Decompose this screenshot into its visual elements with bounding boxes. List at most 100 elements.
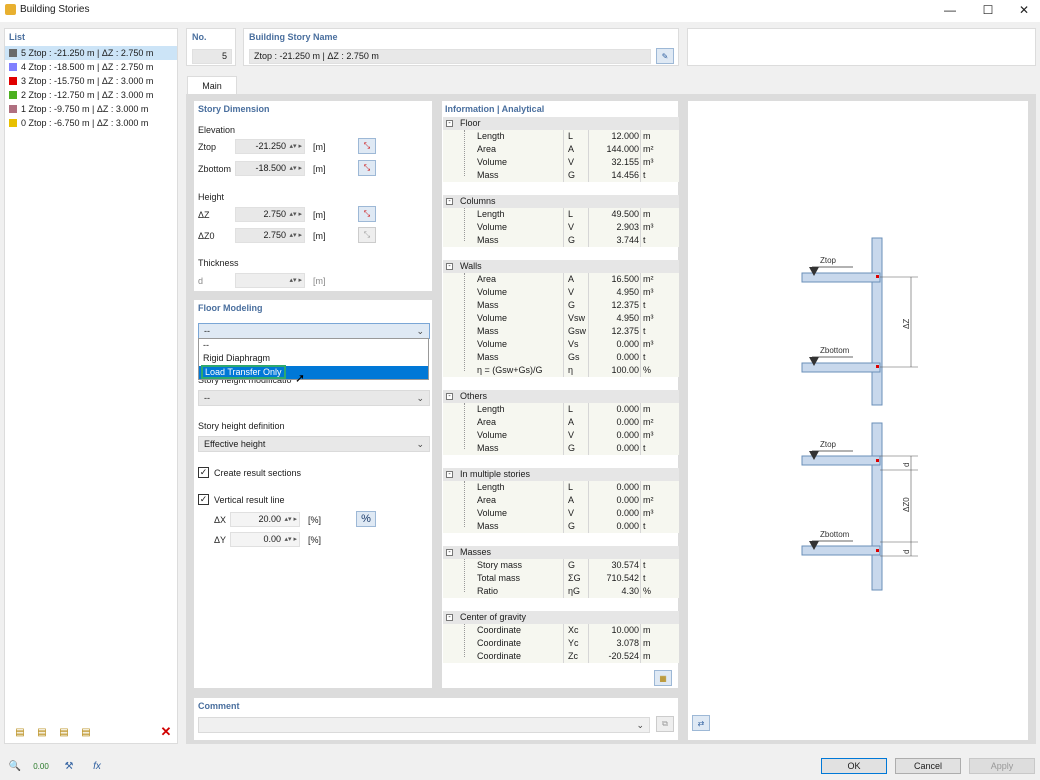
info-symbol: G (568, 170, 576, 180)
info-name: Mass (477, 170, 499, 180)
zbottom-input[interactable]: -18.500 ▴▾ ▸ (235, 161, 305, 176)
copy-story-icon[interactable]: ▤ (33, 723, 51, 741)
info-group-header[interactable]: - Center of gravity (443, 611, 679, 624)
tab-main[interactable]: Main (187, 76, 237, 95)
info-name: Coordinate (477, 651, 522, 661)
collapse-icon[interactable]: - (446, 263, 453, 270)
info-symbol: A (568, 417, 575, 427)
dx-input[interactable]: 20.00 ▴▾ ▸ (230, 512, 300, 527)
story-list-item[interactable]: 5 Ztop : -21.250 m | ΔZ : 2.750 m (5, 46, 177, 60)
collapse-icon[interactable]: - (446, 393, 453, 400)
cell-divider (640, 416, 641, 429)
info-symbol: Vs (568, 339, 579, 349)
cell-divider (640, 520, 641, 533)
info-group-header[interactable]: - Walls (443, 260, 679, 273)
pick-ztop-icon[interactable]: ⤡ (358, 138, 376, 154)
info-value: 14.456 (611, 170, 639, 180)
minimize-button[interactable]: — (932, 0, 968, 20)
cell-divider (588, 429, 589, 442)
info-name: Volume (477, 508, 508, 518)
dz-pick-icon[interactable]: ⤡ (358, 206, 376, 222)
info-group-header[interactable]: - In multiple stories (443, 468, 679, 481)
ok-button[interactable]: OK (821, 758, 887, 774)
cell-divider (588, 637, 589, 650)
info-value: 0.000 (616, 339, 639, 349)
collapse-icon[interactable]: - (446, 120, 453, 127)
units-icon[interactable]: 0.00 (32, 757, 50, 775)
name-field[interactable]: Ztop : -21.250 m | ΔZ : 2.750 m (249, 49, 651, 64)
collapse-icon[interactable]: - (446, 614, 453, 621)
comment-input[interactable]: ⌄ (198, 717, 650, 733)
story-height-def-select[interactable]: Effective height ⌄ (198, 436, 430, 452)
cancel-button[interactable]: Cancel (895, 758, 961, 774)
info-name: Mass (477, 443, 499, 453)
dropdown-option[interactable]: -- (203, 340, 209, 350)
cell-divider (563, 312, 564, 325)
info-row: Mass G 14.456 t (443, 169, 679, 182)
apply-button[interactable]: Apply (969, 758, 1035, 774)
info-row: Length L 12.000 m (443, 130, 679, 143)
info-value: 4.950 (616, 313, 639, 323)
dz0-pick-icon[interactable]: ⤡ (358, 227, 376, 243)
info-row: Mass G 12.375 t (443, 299, 679, 312)
cell-divider (563, 481, 564, 494)
dz-input[interactable]: 2.750 ▴▾ ▸ (235, 207, 305, 222)
thickness-input[interactable]: ▴▾ ▸ (235, 273, 305, 288)
pick-zbottom-icon[interactable]: ⤡ (358, 160, 376, 176)
cell-divider (588, 312, 589, 325)
dy-input[interactable]: 0.00 ▴▾ ▸ (230, 532, 300, 547)
story-diagram: Ztop Zbottom ΔZ Ztop Zbottom ΔZ0 d d (801, 237, 918, 591)
dropdown-option-selected[interactable]: Load Transfer Only (199, 365, 428, 379)
collapse-icon[interactable]: - (446, 549, 453, 556)
formula-icon[interactable]: fx (88, 757, 106, 775)
floor-modeling-select[interactable]: -- ⌄ (198, 323, 430, 339)
info-value: 0.000 (616, 443, 639, 453)
info-value: 12.375 (611, 300, 639, 310)
story-list-item[interactable]: 3 Ztop : -15.750 m | ΔZ : 3.000 m (5, 74, 177, 88)
delete-icon[interactable]: ✕ (157, 723, 175, 741)
copy-comment-icon[interactable]: ⧉ (656, 716, 674, 732)
info-group-header[interactable]: - Columns (443, 195, 679, 208)
collapse-icon[interactable]: - (446, 198, 453, 205)
story-list-item[interactable]: 0 Ztop : -6.750 m | ΔZ : 3.000 m (5, 116, 177, 130)
info-group-header[interactable]: - Others (443, 390, 679, 403)
insert-story-icon[interactable]: ▤ (55, 723, 73, 741)
collapse-icon[interactable]: - (446, 471, 453, 478)
info-row: Mass Gsw 12.375 t (443, 325, 679, 338)
vertical-line-checkbox[interactable]: ✓ Vertical result line (198, 494, 285, 505)
info-unit: % (643, 586, 652, 596)
maximize-button[interactable]: ☐ (970, 0, 1006, 20)
color-swatch (9, 119, 17, 127)
search-icon[interactable]: 🔍 (6, 757, 24, 775)
info-group-header[interactable]: - Floor (443, 117, 679, 130)
story-options-icon[interactable]: ▤ (77, 723, 95, 741)
story-list-item[interactable]: 2 Ztop : -12.750 m | ΔZ : 3.000 m (5, 88, 177, 102)
dropdown-option[interactable]: Rigid Diaphragm (203, 353, 270, 363)
edit-name-icon[interactable]: ✎ (656, 48, 674, 64)
cell-divider (588, 169, 589, 182)
cell-divider (588, 442, 589, 455)
chevron-down-icon: ⌄ (416, 393, 424, 403)
cell-divider (588, 364, 589, 377)
ztop-input[interactable]: -21.250 ▴▾ ▸ (235, 139, 305, 154)
new-story-icon[interactable]: ▤ (11, 723, 29, 741)
info-value: 0.000 (616, 482, 639, 492)
story-height-mod-select[interactable]: -- ⌄ (198, 390, 430, 406)
info-name: Length (477, 404, 505, 414)
info-group-header[interactable]: - Masses (443, 546, 679, 559)
info-unit: m (643, 651, 651, 661)
info-unit: t (643, 326, 646, 336)
diagram-settings-icon[interactable]: ⇄ (692, 715, 710, 731)
close-button[interactable]: ✕ (1006, 0, 1040, 20)
model-icon[interactable]: ⚒ (60, 757, 78, 775)
dz0-input[interactable]: 2.750 ▴▾ ▸ (235, 228, 305, 243)
story-list-item[interactable]: 4 Ztop : -18.500 m | ΔZ : 2.750 m (5, 60, 177, 74)
create-sections-checkbox[interactable]: ✓ Create result sections (198, 467, 301, 478)
number-field[interactable]: 5 (192, 49, 232, 64)
info-group-label: Others (460, 391, 488, 401)
story-list-item[interactable]: 1 Ztop : -9.750 m | ΔZ : 3.000 m (5, 102, 177, 116)
info-value: 12.000 (611, 131, 639, 141)
table-export-icon[interactable]: ▦ (654, 670, 672, 686)
percent-button[interactable]: % (356, 511, 376, 527)
diagram-zbottom-label-2: Zbottom (820, 530, 850, 539)
